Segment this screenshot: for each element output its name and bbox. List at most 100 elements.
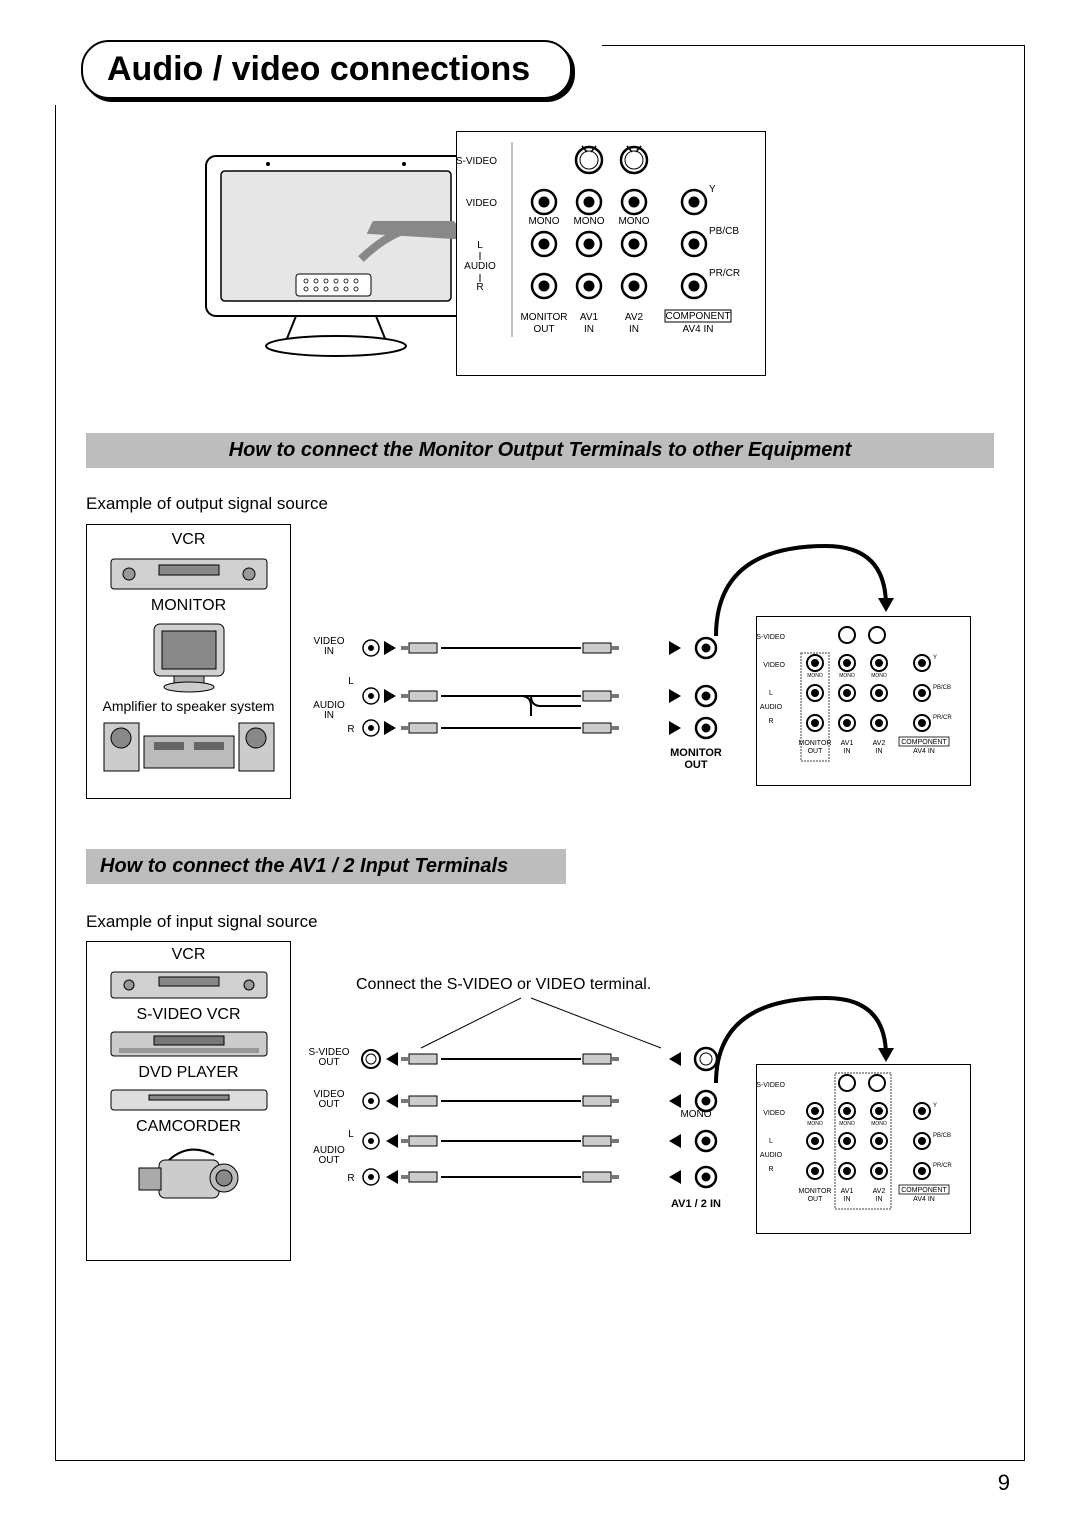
svg-text:AV1 / 2 IN: AV1 / 2 IN <box>671 1198 721 1210</box>
svg-text:AV1: AV1 <box>580 312 599 323</box>
svg-text:PB/CB: PB/CB <box>933 1133 951 1139</box>
label-y: Y <box>709 184 716 195</box>
svg-text:OUT: OUT <box>808 748 824 755</box>
svg-text:AV2: AV2 <box>873 1188 886 1195</box>
svg-text:MONITOR: MONITOR <box>670 747 722 759</box>
svg-text:Y: Y <box>933 655 937 661</box>
example-label-2: Example of input signal source <box>86 912 318 932</box>
example-label-1: Example of output signal source <box>86 494 328 514</box>
svg-text:AV2: AV2 <box>625 312 644 323</box>
svg-text:IN: IN <box>876 1196 883 1203</box>
svg-text:MONITOR: MONITOR <box>520 312 567 323</box>
label-amp: Amplifier to speaker system <box>87 698 290 714</box>
dvd-icon <box>109 1086 269 1114</box>
page-title: Audio / video connections <box>81 40 572 99</box>
svg-text:MONO: MONO <box>871 1121 887 1127</box>
svg-text:COMPONENT: COMPONENT <box>666 311 731 322</box>
svg-text:IN: IN <box>844 1196 851 1203</box>
svg-text:IN: IN <box>324 710 334 721</box>
label-monitor: MONITOR <box>87 597 290 615</box>
terminal-panel-mini-2: S-VIDEO VIDEO L AUDIO R Y <box>756 1064 971 1234</box>
label-svcr: S-VIDEO VCR <box>87 1006 290 1024</box>
label-audio: AUDIO <box>464 261 496 272</box>
source-devices-out: VCR MONITOR Amplifier to speaker system <box>86 524 291 799</box>
svg-text:PR/CR: PR/CR <box>933 715 952 721</box>
svideo-jacks <box>576 146 647 173</box>
svg-text:AV4 IN: AV4 IN <box>683 324 714 335</box>
vcr-icon-2 <box>109 968 269 1002</box>
subheading-monitor-out: How to connect the Monitor Output Termin… <box>86 433 994 468</box>
svg-text:MONO: MONO <box>839 1121 855 1127</box>
svg-text:MONITOR: MONITOR <box>799 740 832 747</box>
terminal-panel-mini-1: S-VIDEO VIDEO L AUDIO R <box>756 616 971 786</box>
svg-text:S-VIDEO: S-VIDEO <box>757 634 786 641</box>
source-devices-in: VCR S-VIDEO VCR DVD PLAYER CAMCORDER <box>86 941 291 1261</box>
svg-text:OUT: OUT <box>684 759 708 771</box>
svg-text:AUDIO: AUDIO <box>760 704 783 711</box>
label-dvd: DVD PLAYER <box>87 1064 290 1082</box>
svg-text:VIDEO: VIDEO <box>763 1110 785 1117</box>
svcr-icon <box>109 1028 269 1060</box>
svg-text:AV4 IN: AV4 IN <box>913 748 935 755</box>
svg-text:IN: IN <box>629 324 639 335</box>
svg-text:AV1: AV1 <box>841 740 854 747</box>
page-number: 9 <box>998 1470 1010 1496</box>
svg-text:MONO: MONO <box>528 216 559 227</box>
col-labels: MONITOROUT AV1IN AV2IN COMPONENT AV4 IN <box>520 310 731 335</box>
svg-text:OUT: OUT <box>318 1057 339 1068</box>
svg-text:L: L <box>769 690 773 697</box>
svg-text:IN: IN <box>324 646 334 657</box>
label-r: R <box>476 282 483 293</box>
subheading-av-in: How to connect the AV1 / 2 Input Termina… <box>86 849 566 884</box>
svg-text:MONO: MONO <box>839 673 855 679</box>
svg-text:R: R <box>768 1166 773 1173</box>
svg-text:PB/CB: PB/CB <box>933 685 951 691</box>
label-l: L <box>477 240 483 251</box>
svg-text:OUT: OUT <box>808 1196 824 1203</box>
label-vcr: VCR <box>87 531 290 549</box>
svg-text:OUT: OUT <box>533 324 554 335</box>
svg-text:S-VIDEO: S-VIDEO <box>757 1082 786 1089</box>
svg-text:MONO: MONO <box>807 673 823 679</box>
amplifier-icon <box>99 718 279 776</box>
label-vcr-2: VCR <box>87 946 290 964</box>
label-svideo: S-VIDEO <box>457 156 497 167</box>
svg-text:COMPONENT: COMPONENT <box>901 1187 947 1194</box>
svg-text:IN: IN <box>876 748 883 755</box>
note-svideo: Connect the S-VIDEO or VIDEO terminal. <box>356 976 651 994</box>
svg-text:Y: Y <box>933 1103 937 1109</box>
svg-text:OUT: OUT <box>318 1099 339 1110</box>
vcr-icon <box>109 553 269 593</box>
svg-text:AUDIO: AUDIO <box>760 1152 783 1159</box>
terminal-panel-large: S-VIDEO VIDEO L AUDIO R Y PB/CB PR/CR MO… <box>456 131 766 376</box>
monitor-icon <box>144 619 234 694</box>
svg-text:AV1: AV1 <box>841 1188 854 1195</box>
label-video: VIDEO <box>466 198 497 209</box>
svg-text:L: L <box>348 676 354 687</box>
camcorder-icon <box>129 1140 249 1210</box>
svg-text:IN: IN <box>844 748 851 755</box>
svg-text:MONITOR: MONITOR <box>799 1188 832 1195</box>
svg-text:AV4 IN: AV4 IN <box>913 1196 935 1203</box>
svg-text:COMPONENT: COMPONENT <box>901 739 947 746</box>
svg-text:R: R <box>347 724 354 735</box>
label-pb: PB/CB <box>709 226 739 237</box>
label-pr: PR/CR <box>709 268 740 279</box>
page-frame: Audio / video connections <box>55 45 1025 1461</box>
svg-text:OUT: OUT <box>318 1155 339 1166</box>
label-cam: CAMCORDER <box>87 1118 290 1136</box>
svg-text:AV2: AV2 <box>873 740 886 747</box>
svg-text:R: R <box>768 718 773 725</box>
svg-text:MONO: MONO <box>807 1121 823 1127</box>
svg-text:VIDEO: VIDEO <box>763 662 785 669</box>
svg-text:L: L <box>769 1138 773 1145</box>
svg-text:MONO: MONO <box>871 673 887 679</box>
callout-arrow-icon <box>356 221 466 266</box>
title-container: Audio / video connections <box>51 40 602 105</box>
svg-text:L: L <box>348 1129 354 1140</box>
rca-grid <box>532 190 706 298</box>
svg-text:MONO: MONO <box>618 216 649 227</box>
svg-text:IN: IN <box>584 324 594 335</box>
svg-text:R: R <box>347 1173 354 1184</box>
svg-text:MONO: MONO <box>573 216 604 227</box>
